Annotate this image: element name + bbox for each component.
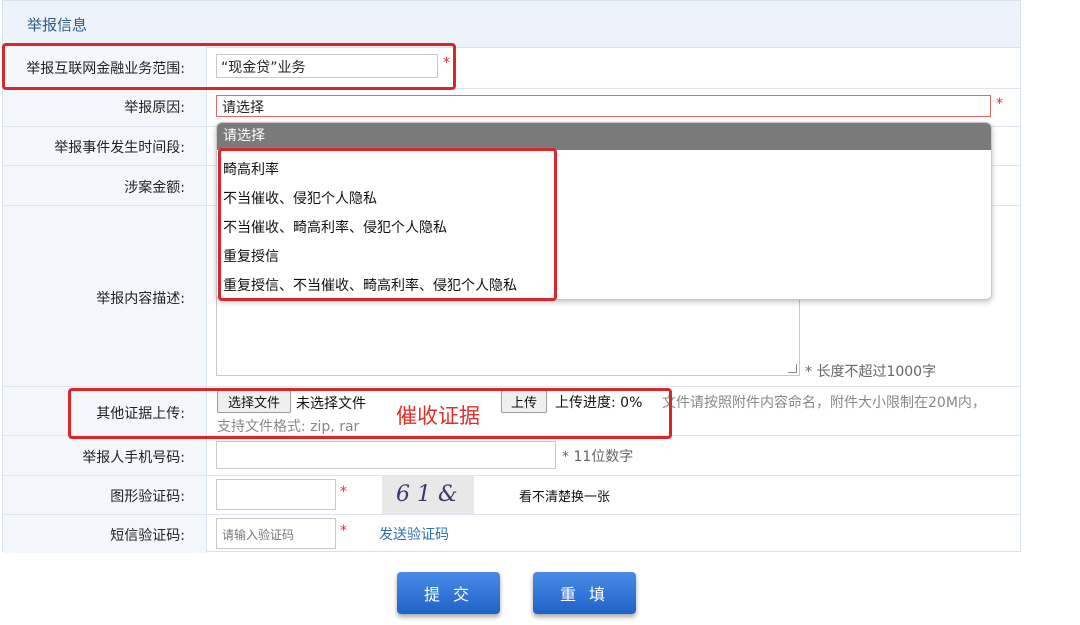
period-label: 举报事件发生时间段:	[54, 140, 185, 156]
captcha-glyphs: 6 1 &	[396, 482, 458, 507]
description-label: 举报内容描述:	[96, 291, 185, 307]
reason-value: 请选择	[222, 100, 264, 116]
sms-input[interactable]: 请输入验证码	[216, 518, 336, 549]
description-hint: * 长度不超过1000字	[805, 364, 937, 380]
captcha-image[interactable]: 6 1 &	[382, 476, 474, 514]
amount-label: 涉案金额:	[124, 180, 185, 196]
captcha-required-mark: *	[340, 484, 347, 500]
reset-button[interactable]: 重 填	[533, 572, 636, 614]
resize-grip-icon[interactable]	[788, 364, 797, 373]
row-divider	[3, 475, 1020, 476]
section-title: 举报信息	[27, 16, 88, 34]
phone-label: 举报人手机号码:	[82, 450, 185, 466]
reason-required-mark: *	[996, 96, 1003, 112]
captcha-refresh-link[interactable]: 看不清楚换一张	[519, 486, 610, 505]
sms-label: 短信验证码:	[110, 528, 185, 544]
annotation-frame-evidence	[68, 388, 672, 439]
dropdown-option-placeholder[interactable]: 请选择	[217, 123, 991, 150]
send-code-link[interactable]: 发送验证码	[379, 524, 449, 544]
row-divider	[3, 514, 1020, 515]
sms-required-mark: *	[340, 523, 347, 539]
reason-label: 举报原因:	[124, 100, 185, 116]
section-header: 举报信息	[3, 1, 1020, 48]
captcha-input[interactable]	[216, 479, 336, 510]
captcha-label: 图形验证码:	[110, 489, 185, 505]
phone-hint: * 11位数字	[562, 449, 634, 465]
reason-select[interactable]: 请选择	[216, 95, 991, 117]
sms-placeholder: 请输入验证码	[222, 528, 295, 542]
upload-note: 文件请按照附件内容命名，附件大小限制在20M内，	[662, 395, 986, 411]
annotation-frame-scope	[2, 43, 456, 90]
phone-input[interactable]	[216, 441, 556, 469]
submit-button[interactable]: 提 交	[397, 572, 500, 614]
row-divider	[3, 386, 1020, 387]
annotation-frame-options	[218, 148, 557, 301]
